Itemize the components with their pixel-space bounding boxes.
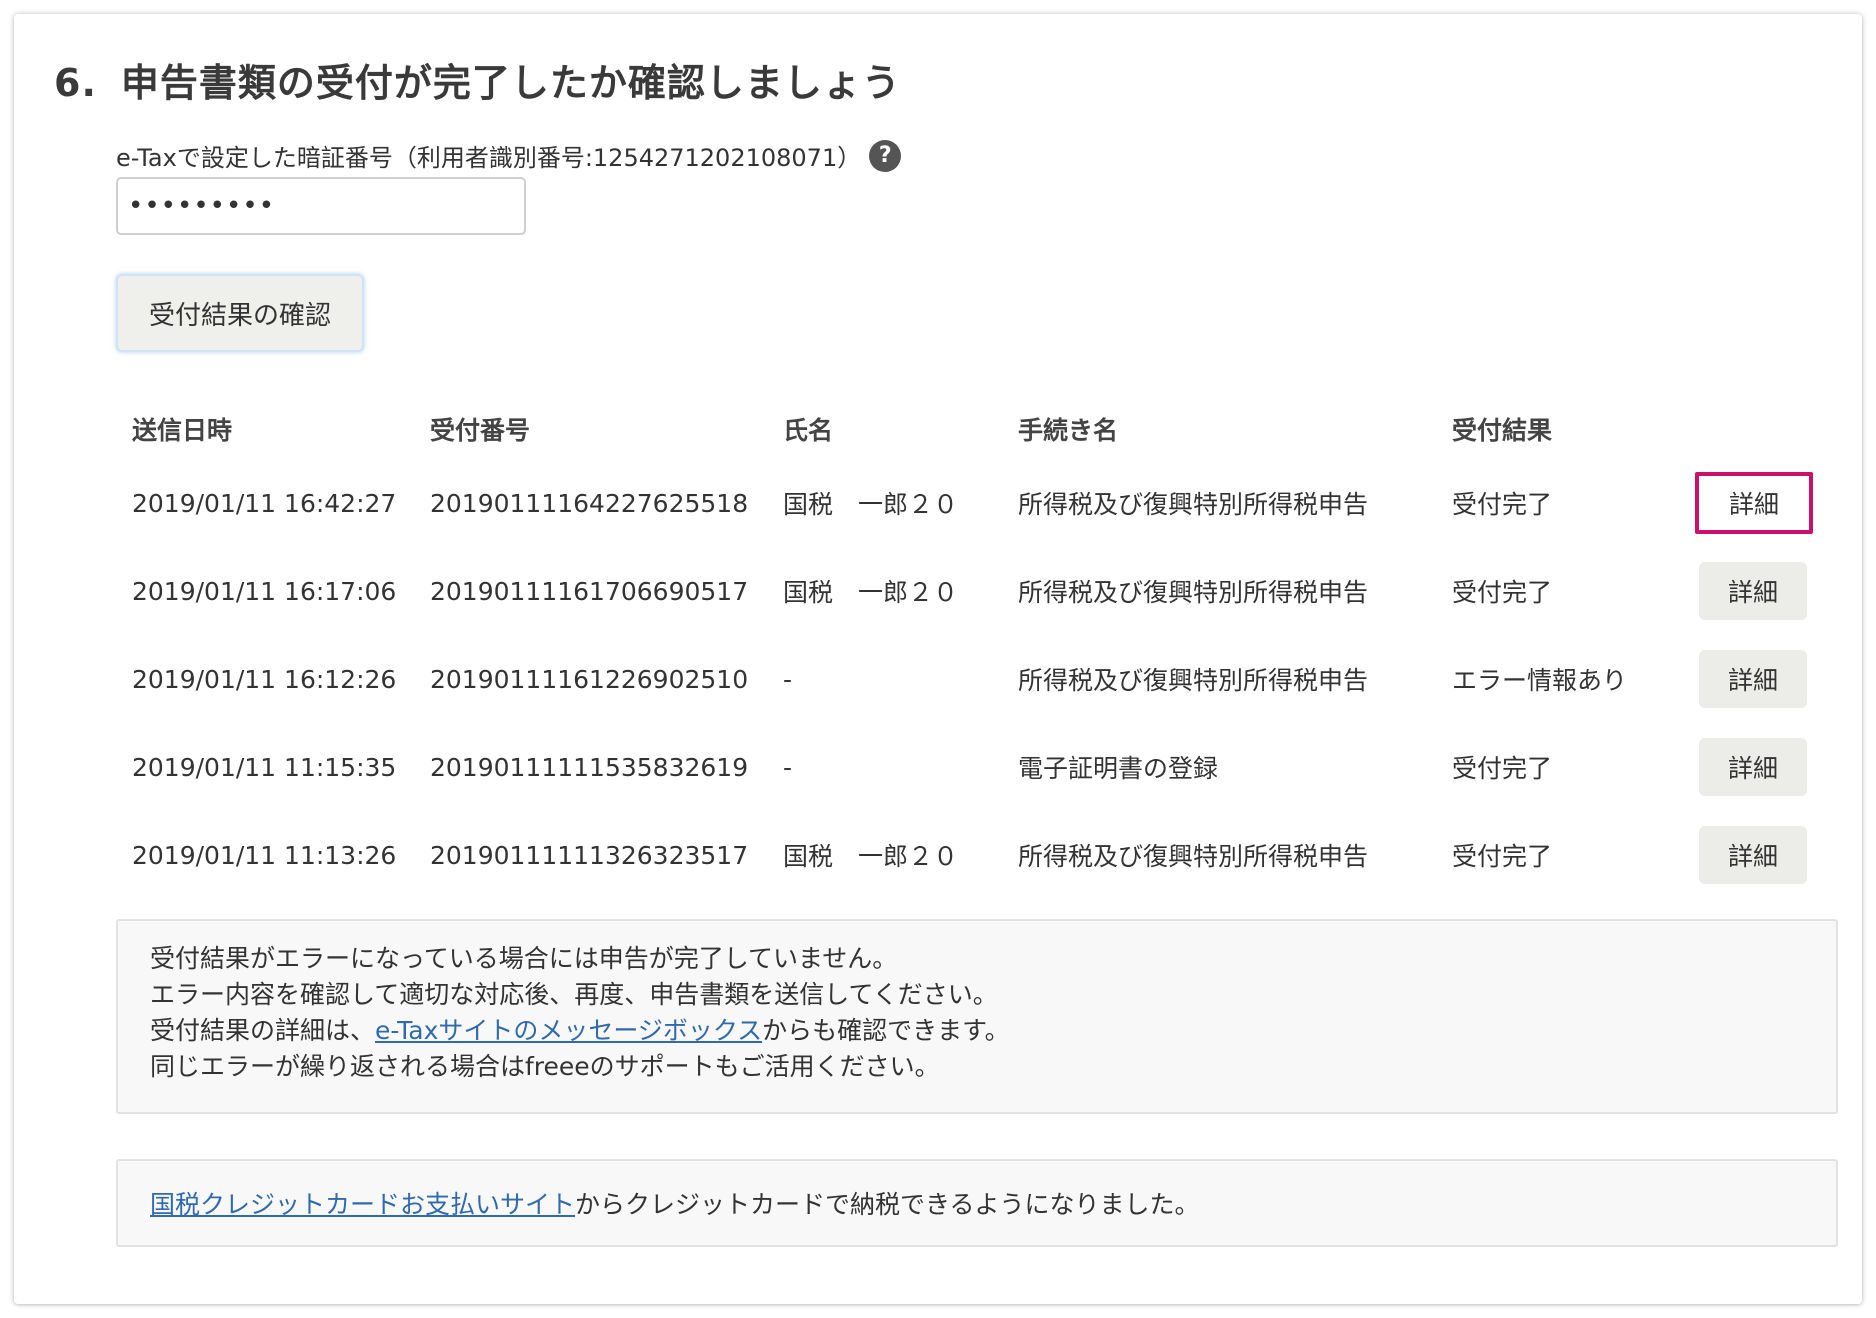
cell-detail: 詳細 — [1699, 723, 1807, 811]
cell-sent-at: 2019/01/11 11:13:26 — [132, 840, 397, 870]
pin-label: e-Taxで設定した暗証番号（利用者識別番号:1254271202108071）… — [116, 138, 902, 173]
pin-label-text: e-Taxで設定した暗証番号（利用者識別番号:1254271202108071） — [116, 144, 862, 172]
detail-button[interactable]: 詳細 — [1699, 826, 1807, 884]
cell-result: 受付完了 — [1452, 578, 1553, 607]
cell-procedure: 所得税及び復興特別所得税申告 — [1018, 578, 1369, 607]
cell-receipt-no: 20190111164227625518 — [430, 488, 749, 518]
credit-line: 国税クレジットカードお支払いサイトからクレジットカードで納税できるようになりまし… — [150, 1185, 1200, 1221]
cell-result: 受付完了 — [1452, 842, 1553, 871]
cell-name: - — [783, 752, 793, 782]
header-name: 氏名 — [783, 416, 834, 445]
section-number: 6. — [54, 61, 97, 105]
cell-procedure: 所得税及び復興特別所得税申告 — [1018, 490, 1369, 519]
cell-procedure: 電子証明書の登録 — [1018, 754, 1219, 783]
table-row: 2019/01/11 11:13:26 20190111111326323517… — [116, 811, 1836, 899]
table-row: 2019/01/11 16:12:26 20190111161226902510… — [116, 635, 1836, 723]
credit-card-payment-link[interactable]: 国税クレジットカードお支払いサイト — [150, 1190, 575, 1219]
cell-result: エラー情報あり — [1452, 666, 1628, 695]
cell-result: 受付完了 — [1452, 754, 1553, 783]
cell-detail: 詳細 — [1699, 811, 1807, 899]
cell-receipt-no: 20190111111535832619 — [430, 752, 749, 782]
cell-result: 受付完了 — [1452, 490, 1553, 519]
credit-text: からクレジットカードで納税できるようになりました。 — [575, 1190, 1200, 1219]
credit-card-info-box: 国税クレジットカードお支払いサイトからクレジットカードで納税できるようになりまし… — [116, 1159, 1838, 1247]
notice-text: 受付結果の詳細は、 — [150, 1016, 376, 1045]
check-result-button[interactable]: 受付結果の確認 — [116, 274, 364, 352]
notice-line: 受付結果がエラーになっている場合には申告が完了していません。 — [150, 944, 898, 973]
cell-detail: 詳細 — [1699, 635, 1807, 723]
cell-detail: 詳細 — [1695, 459, 1813, 547]
cell-detail: 詳細 — [1699, 547, 1807, 635]
detail-button[interactable]: 詳細 — [1699, 562, 1807, 620]
cell-receipt-no: 20190111161226902510 — [430, 664, 749, 694]
section-title-text: 申告書類の受付が完了したか確認しましょう — [120, 61, 901, 105]
header-procedure: 手続き名 — [1018, 416, 1119, 445]
detail-button[interactable]: 詳細 — [1699, 650, 1807, 708]
header-receipt-no: 受付番号 — [430, 416, 531, 445]
section-title: 6. 申告書類の受付が完了したか確認しましょう — [54, 52, 901, 107]
table-row: 2019/01/11 11:15:35 20190111111535832619… — [116, 723, 1836, 811]
detail-button[interactable]: 詳細 — [1699, 738, 1807, 796]
table-header-row: 送信日時 受付番号 氏名 手続き名 受付結果 — [116, 399, 1836, 459]
question-circle-icon[interactable]: ? — [869, 139, 902, 172]
results-table: 送信日時 受付番号 氏名 手続き名 受付結果 2019/01/11 16:42:… — [116, 399, 1836, 899]
detail-button-highlighted[interactable]: 詳細 — [1695, 472, 1813, 534]
cell-sent-at: 2019/01/11 16:17:06 — [132, 576, 397, 606]
cell-name: - — [783, 664, 793, 694]
notice-text: からも確認できます。 — [762, 1016, 1010, 1045]
notice-line: エラー内容を確認して適切な対応後、再度、申告書類を送信してください。 — [150, 980, 998, 1009]
cell-sent-at: 2019/01/11 11:15:35 — [132, 752, 397, 782]
cell-name: 国税 一郎２０ — [783, 490, 959, 519]
cell-procedure: 所得税及び復興特別所得税申告 — [1018, 842, 1369, 871]
cell-procedure: 所得税及び復興特別所得税申告 — [1018, 666, 1369, 695]
cell-receipt-no: 20190111161706690517 — [430, 576, 749, 606]
header-result: 受付結果 — [1452, 416, 1553, 445]
confirmation-section-card: 6. 申告書類の受付が完了したか確認しましょう e-Taxで設定した暗証番号（利用… — [14, 14, 1862, 1304]
cell-sent-at: 2019/01/11 16:12:26 — [132, 664, 397, 694]
table-row: 2019/01/11 16:17:06 20190111161706690517… — [116, 547, 1836, 635]
cell-name: 国税 一郎２０ — [783, 578, 959, 607]
pin-input[interactable] — [116, 177, 526, 235]
cell-name: 国税 一郎２０ — [783, 842, 959, 871]
table-row: 2019/01/11 16:42:27 20190111164227625518… — [116, 459, 1836, 547]
error-notice-box: 受付結果がエラーになっている場合には申告が完了していません。 エラー内容を確認し… — [116, 919, 1838, 1114]
cell-receipt-no: 20190111111326323517 — [430, 840, 749, 870]
etax-messagebox-link[interactable]: e-Taxサイトのメッセージボックス — [375, 1016, 762, 1045]
notice-line: 受付結果の詳細は、e-Taxサイトのメッセージボックスからも確認できます。 — [150, 1013, 1804, 1049]
cell-sent-at: 2019/01/11 16:42:27 — [132, 488, 397, 518]
notice-line: 同じエラーが繰り返される場合はfreeeのサポートもご活用ください。 — [150, 1052, 940, 1081]
header-sent-at: 送信日時 — [132, 416, 233, 445]
